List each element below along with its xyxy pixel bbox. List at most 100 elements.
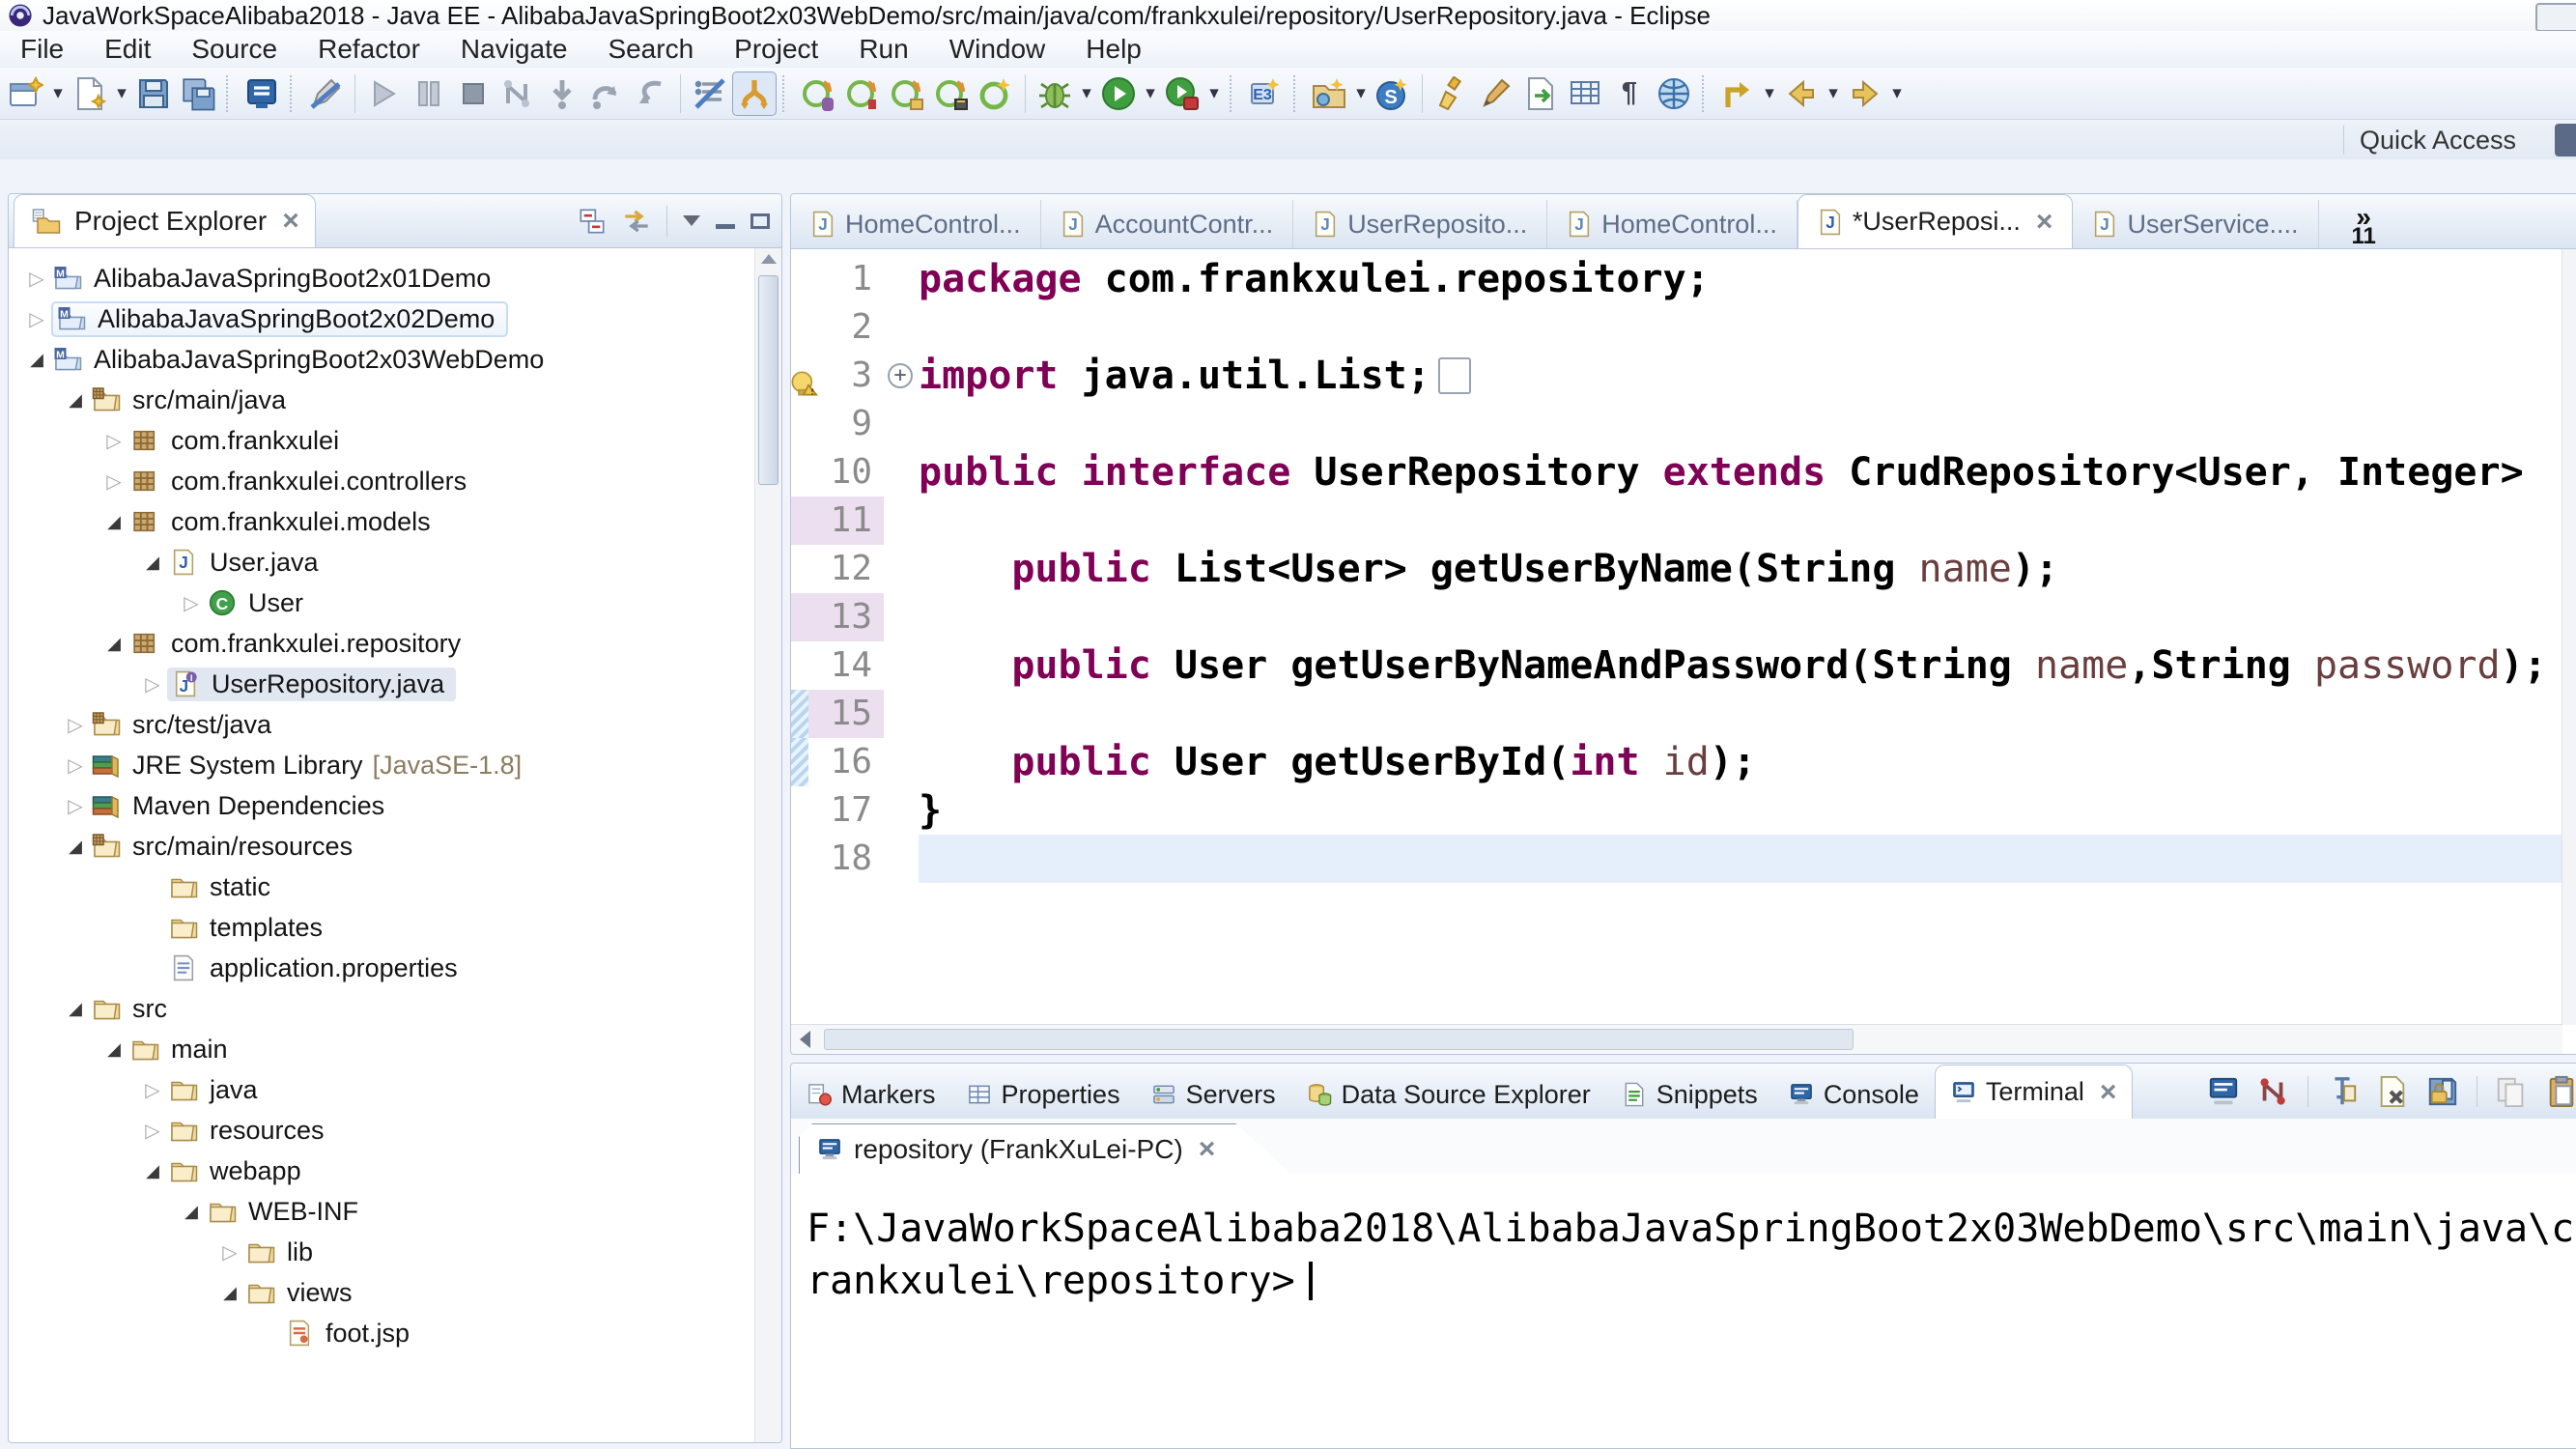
scroll-lock-icon[interactable] — [2426, 1075, 2459, 1108]
expand-arrow-icon[interactable]: ▷ — [99, 469, 128, 494]
tree-item-resources[interactable]: ▷ resources — [9, 1110, 755, 1151]
tree-item-application-properties[interactable]: application.properties — [9, 948, 755, 988]
expand-arrow-icon[interactable]: ▷ — [138, 672, 167, 696]
terminal-output[interactable]: F:\JavaWorkSpaceAlibaba2018\AlibabaJavaS… — [791, 1174, 2576, 1448]
tree-item-project3[interactable]: ◢ M AlibabaJavaSpringBoot2x03WebDemo — [9, 339, 755, 380]
terminate-icon[interactable] — [451, 71, 495, 116]
tree-item-webapp[interactable]: ◢ webapp — [9, 1151, 755, 1191]
back-dropdown-icon[interactable]: ▾ — [1824, 82, 1843, 104]
maximize-icon[interactable] — [750, 213, 770, 229]
copy-icon[interactable] — [2495, 1075, 2528, 1108]
tree-item-static[interactable]: static — [9, 867, 755, 907]
tree-item-views[interactable]: ◢ views — [9, 1272, 755, 1313]
table-view-icon[interactable] — [1563, 71, 1607, 116]
new-web-service-icon[interactable] — [1307, 71, 1351, 116]
debug-dropdown-icon[interactable]: ▾ — [1077, 82, 1096, 104]
tab-console[interactable]: Console — [1773, 1070, 1935, 1119]
tree-item-package-frankxulei[interactable]: ▷ com.frankxulei — [9, 420, 755, 461]
resume-icon[interactable] — [362, 71, 407, 116]
close-icon[interactable]: × — [2036, 208, 2053, 237]
expand-arrow-icon[interactable]: ▷ — [61, 713, 90, 737]
quick-access[interactable]: Quick Access — [2360, 126, 2516, 156]
tab-properties[interactable]: Properties — [951, 1070, 1136, 1119]
debug-icon[interactable] — [1033, 71, 1077, 116]
tree-item-templates[interactable]: templates — [9, 907, 755, 948]
collapse-arrow-icon[interactable]: ◢ — [99, 512, 128, 532]
tree-item-web-inf[interactable]: ◢ WEB-INF — [9, 1191, 755, 1232]
tree-item-userrepository-java[interactable]: ▷ JIUserRepository.java — [9, 664, 755, 704]
menu-run[interactable]: Run — [838, 34, 928, 65]
scrollbar-thumb[interactable] — [824, 1029, 1854, 1050]
forward-dropdown-icon[interactable]: ▾ — [1887, 82, 1907, 104]
menu-project[interactable]: Project — [714, 34, 838, 65]
collapse-arrow-icon[interactable]: ◢ — [61, 999, 90, 1019]
tree-item-src-main-java[interactable]: ◢ src/main/java — [9, 380, 755, 420]
close-icon[interactable]: × — [1199, 1135, 1216, 1164]
pin-terminal-icon[interactable] — [2326, 1075, 2359, 1108]
new-wizard-dropdown-icon[interactable]: ▾ — [48, 82, 68, 104]
view-menu-icon[interactable] — [683, 215, 700, 226]
tab-homecontroller-1[interactable]: J HomeControl... — [791, 200, 1041, 248]
last-edit-dropdown-icon[interactable]: ▾ — [1760, 82, 1779, 104]
skip-breakpoints-icon[interactable] — [688, 71, 732, 116]
tree-item-src-test-java[interactable]: ▷ src/test/java — [9, 704, 755, 745]
expand-arrow-icon[interactable]: ▷ — [61, 753, 90, 778]
expand-arrow-icon[interactable]: ▷ — [61, 794, 90, 818]
new-spring-starter-icon[interactable] — [974, 71, 1018, 116]
tree-item-src[interactable]: ◢ src — [9, 988, 755, 1029]
boot-devtools-folder-icon[interactable] — [885, 71, 929, 116]
open-element-icon[interactable] — [240, 71, 284, 116]
collapse-arrow-icon[interactable]: ◢ — [177, 1202, 206, 1222]
tree-item-maven-dependencies[interactable]: ▷ Maven Dependencies — [9, 785, 755, 826]
tab-homecontroller-2[interactable]: J HomeControl... — [1547, 200, 1798, 248]
open-web-browser-icon[interactable] — [1652, 71, 1696, 116]
menu-help[interactable]: Help — [1065, 34, 1162, 65]
run-external-icon[interactable] — [1518, 71, 1563, 116]
new-file-icon[interactable] — [68, 71, 112, 116]
tree-scrollbar-thumb[interactable] — [758, 275, 778, 485]
back-icon[interactable] — [1779, 71, 1824, 116]
tab-userrepository-1[interactable]: J UserReposito... — [1293, 200, 1547, 248]
collapse-arrow-icon[interactable]: ◢ — [22, 350, 51, 370]
terminal-session-tab[interactable]: repository (FrankXuLei-PC) × — [799, 1123, 1291, 1175]
new-wizard-icon[interactable] — [4, 71, 48, 116]
expand-arrow-icon[interactable]: ▷ — [22, 267, 51, 291]
show-whitespace-icon[interactable]: ¶ — [1607, 71, 1652, 116]
scroll-left-icon[interactable] — [791, 1031, 818, 1048]
close-icon[interactable]: × — [2100, 1078, 2117, 1107]
step-over-icon[interactable] — [584, 71, 629, 116]
tab-userrepository-active[interactable]: J *UserReposi... × — [1798, 194, 2074, 248]
folded-region-box[interactable] — [1438, 357, 1471, 394]
collapse-arrow-icon[interactable]: ◢ — [215, 1283, 244, 1303]
disconnect-terminal-icon[interactable] — [2257, 1075, 2290, 1108]
tree-item-src-main-resources[interactable]: ◢ src/main/resources — [9, 826, 755, 867]
tab-data-source-explorer[interactable]: Data Source Explorer — [1291, 1070, 1606, 1119]
boot-devtools-restart-icon[interactable] — [840, 71, 885, 116]
tab-accountcontroller[interactable]: J AccountContr... — [1041, 200, 1294, 248]
new-web-service-dropdown-icon[interactable]: ▾ — [1351, 82, 1371, 104]
expand-arrow-icon[interactable]: ▷ — [138, 1119, 167, 1143]
tree-item-package-models[interactable]: ◢ com.frankxulei.models — [9, 501, 755, 542]
close-icon[interactable]: × — [282, 207, 299, 236]
expand-arrow-icon[interactable]: ▷ — [22, 307, 51, 331]
link-with-editor-icon[interactable] — [622, 207, 651, 236]
save-icon[interactable] — [131, 71, 176, 116]
editor-horizontal-scrollbar[interactable] — [791, 1024, 2562, 1054]
expand-arrow-icon[interactable]: ▷ — [177, 591, 206, 615]
tree-item-package-controllers[interactable]: ▷ com.frankxulei.controllers — [9, 461, 755, 501]
boot-devtools-jar-icon[interactable] — [796, 71, 840, 116]
tab-terminal[interactable]: Terminal × — [1935, 1065, 2134, 1119]
tab-project-explorer[interactable]: Project Explorer × — [14, 194, 316, 247]
editor-vertical-scrollbar[interactable] — [2562, 249, 2576, 1025]
expand-arrow-icon[interactable]: ▷ — [99, 429, 128, 453]
new-spring-project-icon[interactable]: S — [1371, 71, 1415, 116]
new-file-dropdown-icon[interactable]: ▾ — [112, 82, 131, 104]
tree-item-project1[interactable]: ▷ M AlibabaJavaSpringBoot2x01Demo — [9, 258, 755, 298]
tree-item-foot-jsp[interactable]: foot.jsp — [9, 1313, 755, 1353]
paste-icon[interactable] — [2545, 1075, 2576, 1108]
forward-icon[interactable] — [1843, 71, 1887, 116]
profile-dropdown-icon[interactable]: ▾ — [1204, 82, 1224, 104]
tab-servers[interactable]: Servers — [1136, 1070, 1291, 1119]
boot-devtools-console-icon[interactable] — [929, 71, 974, 116]
suspend-icon[interactable] — [407, 71, 451, 116]
